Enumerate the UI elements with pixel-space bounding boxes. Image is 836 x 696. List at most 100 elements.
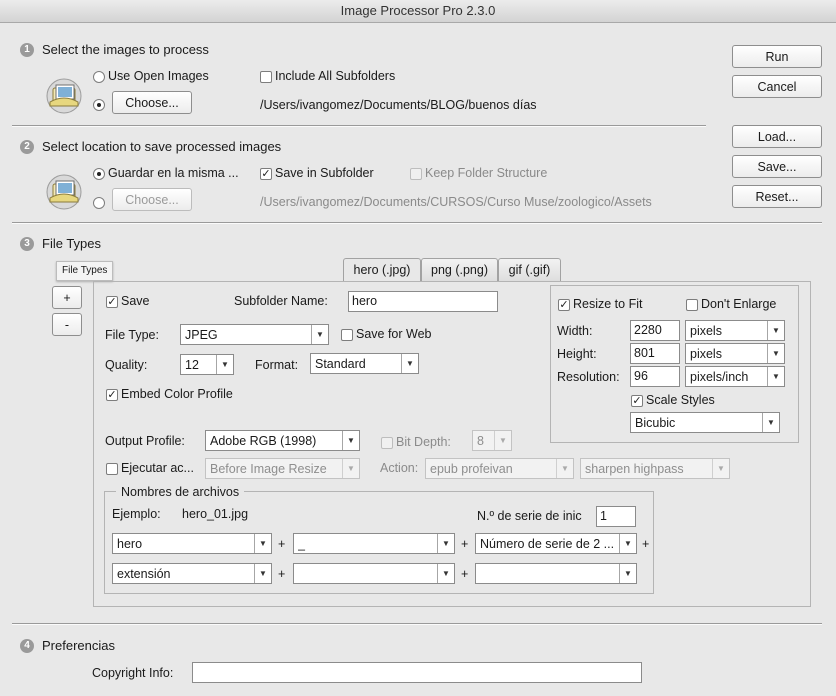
destination-path: /Users/ivangomez/Documents/CURSOS/Curso … [260, 195, 652, 209]
keep-structure-label: Keep Folder Structure [425, 166, 548, 180]
width-unit-select[interactable]: pixels ▼ [685, 320, 785, 341]
divider [12, 222, 822, 224]
section2-title: Select location to save processed images [42, 139, 282, 154]
subfolder-name-label: Subfolder Name: [234, 294, 328, 308]
action-when-select[interactable]: Before Image Resize ▼ [205, 458, 360, 479]
action-name-select[interactable]: sharpen highpass ▼ [580, 458, 730, 479]
run-action-checkbox[interactable] [106, 463, 118, 475]
chevron-down-icon: ▼ [401, 354, 418, 373]
keep-structure-checkbox[interactable] [410, 168, 422, 180]
file-type-select[interactable]: JPEG ▼ [180, 324, 329, 345]
save-filetype-checkbox[interactable]: ✓ [106, 296, 118, 308]
same-location-label: Guardar en la misma ... [108, 166, 239, 180]
choose-source-button[interactable]: Choose... [112, 91, 192, 114]
resolution-input[interactable]: 96 [630, 366, 680, 387]
naming-field-1[interactable]: hero ▼ [112, 533, 272, 554]
copyright-label: Copyright Info: [92, 666, 174, 680]
chevron-down-icon: ▼ [494, 431, 511, 450]
chevron-down-icon: ▼ [254, 534, 271, 553]
include-subfolders-label: Include All Subfolders [275, 69, 396, 83]
bit-depth-checkbox[interactable] [381, 437, 393, 449]
naming-field-2[interactable]: _ ▼ [293, 533, 455, 554]
action-set-select[interactable]: epub profeivan ▼ [425, 458, 574, 479]
chevron-down-icon: ▼ [762, 413, 779, 432]
chevron-down-icon: ▼ [437, 534, 454, 553]
tooltip: File Types [56, 261, 114, 281]
width-input[interactable]: 2280 [630, 320, 680, 341]
source-path: /Users/ivangomez/Documents/BLOG/buenos d… [260, 98, 537, 112]
step-3-badge: 3 [20, 237, 34, 251]
chevron-down-icon: ▼ [342, 431, 359, 450]
include-subfolders-checkbox[interactable] [260, 71, 272, 83]
resize-to-fit-checkbox[interactable]: ✓ [558, 299, 570, 311]
run-button[interactable]: Run [732, 45, 822, 68]
chevron-down-icon: ▼ [254, 564, 271, 583]
dont-enlarge-checkbox[interactable] [686, 299, 698, 311]
scale-styles-label: Scale Styles [646, 393, 715, 407]
resolution-unit-select[interactable]: pixels/inch ▼ [685, 366, 785, 387]
save-for-web-checkbox[interactable] [341, 329, 353, 341]
divider [12, 623, 822, 625]
copyright-input[interactable] [192, 662, 642, 683]
action-label: Action: [380, 461, 419, 475]
resolution-label: Resolution: [557, 370, 620, 384]
load-button[interactable]: Load... [732, 125, 822, 148]
plus-sign: + [642, 537, 650, 551]
plus-sign: + [461, 567, 469, 581]
chevron-down-icon: ▼ [556, 459, 573, 478]
serial-start-input[interactable]: 1 [596, 506, 636, 527]
naming-field-6[interactable]: ▼ [475, 563, 637, 584]
save-for-web-label: Save for Web [356, 327, 432, 341]
same-location-radio[interactable] [93, 168, 105, 180]
chevron-down-icon: ▼ [712, 459, 729, 478]
embed-profile-checkbox[interactable]: ✓ [106, 389, 118, 401]
add-file-type-button[interactable]: + [52, 286, 82, 309]
chevron-down-icon: ▼ [216, 355, 233, 374]
save-in-subfolder-checkbox[interactable]: ✓ [260, 168, 272, 180]
photo-folder-icon [46, 78, 82, 114]
chevron-down-icon: ▼ [619, 564, 636, 583]
chevron-down-icon: ▼ [311, 325, 328, 344]
chevron-down-icon: ▼ [437, 564, 454, 583]
format-select[interactable]: Standard ▼ [310, 353, 419, 374]
width-label: Width: [557, 324, 593, 338]
save-settings-button[interactable]: Save... [732, 155, 822, 178]
naming-field-4[interactable]: extensión ▼ [112, 563, 272, 584]
tab-hero-jpg[interactable]: hero (.jpg) [343, 258, 421, 282]
reset-button[interactable]: Reset... [732, 185, 822, 208]
file-naming-title: Nombres de archivos [116, 484, 245, 500]
scale-styles-checkbox[interactable]: ✓ [631, 395, 643, 407]
subfolder-name-input[interactable]: hero [348, 291, 498, 312]
choose-destination-button[interactable]: Choose... [112, 188, 192, 211]
height-unit-select[interactable]: pixels ▼ [685, 343, 785, 364]
output-profile-select[interactable]: Adobe RGB (1998) ▼ [205, 430, 360, 451]
output-profile-label: Output Profile: [105, 434, 185, 448]
chevron-down-icon: ▼ [767, 367, 784, 386]
plus-sign: + [278, 537, 286, 551]
quality-select[interactable]: 12 ▼ [180, 354, 234, 375]
plus-sign: + [278, 567, 286, 581]
dont-enlarge-label: Don't Enlarge [701, 297, 777, 311]
example-label: Ejemplo: [112, 507, 161, 521]
step-1-badge: 1 [20, 43, 34, 57]
tab-gif[interactable]: gif (.gif) [498, 258, 561, 281]
remove-file-type-button[interactable]: - [52, 313, 82, 336]
save-in-subfolder-label: Save in Subfolder [275, 166, 374, 180]
naming-field-3[interactable]: Número de serie de 2 ... ▼ [475, 533, 637, 554]
height-input[interactable]: 801 [630, 343, 680, 364]
tab-png[interactable]: png (.png) [421, 258, 498, 281]
cancel-button[interactable]: Cancel [732, 75, 822, 98]
step-4-badge: 4 [20, 639, 34, 653]
run-action-label: Ejecutar ac... [121, 461, 194, 475]
section3-title: File Types [42, 236, 102, 251]
use-open-images-radio[interactable] [93, 71, 105, 83]
bit-depth-select[interactable]: 8 ▼ [472, 430, 512, 451]
step-2-badge: 2 [20, 140, 34, 154]
resample-select[interactable]: Bicubic ▼ [630, 412, 780, 433]
chevron-down-icon: ▼ [619, 534, 636, 553]
section4-title: Preferencias [42, 638, 115, 653]
naming-field-5[interactable]: ▼ [293, 563, 455, 584]
use-open-images-label: Use Open Images [108, 69, 209, 83]
choose-folder-radio[interactable] [93, 99, 105, 111]
choose-dest-radio[interactable] [93, 197, 105, 209]
